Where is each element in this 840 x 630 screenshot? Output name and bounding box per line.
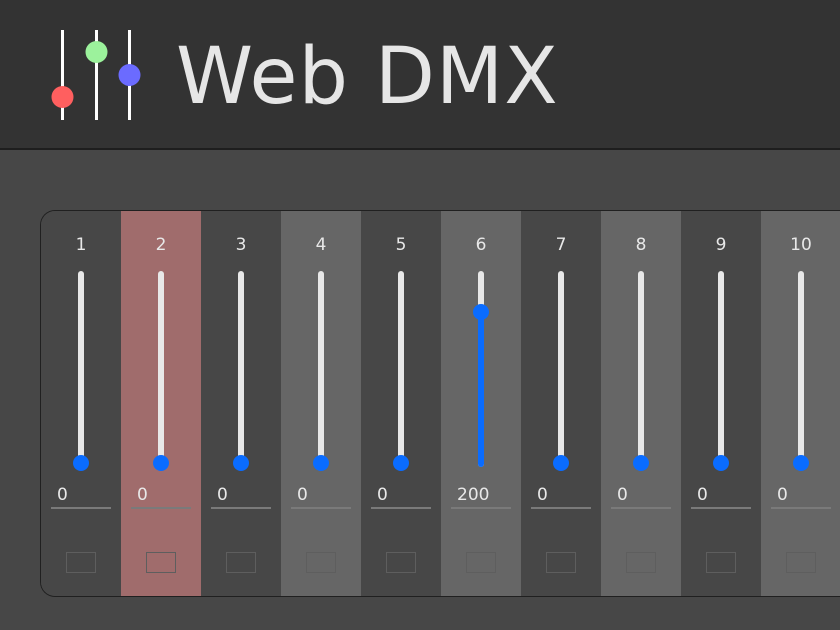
channel-strip-6: 6 [441,211,521,596]
fader-fill [478,312,484,467]
fader-thumb[interactable] [473,304,489,321]
channel-select-checkbox[interactable] [706,552,736,573]
fader-track[interactable] [398,271,404,467]
channel-strip-7: 7 [521,211,601,596]
channel-number: 8 [635,235,647,255]
channel-select-checkbox[interactable] [146,552,176,573]
fader-thumb[interactable] [233,455,249,471]
channel-value-input[interactable] [131,483,191,509]
channel-strip-8: 8 [601,211,681,596]
channel-strip-4: 4 [281,211,361,596]
fader-thumb[interactable] [633,455,649,471]
app-title: Web DMX [176,32,559,122]
fader-thumb[interactable] [713,455,729,471]
channel-number: 2 [155,235,167,255]
fader-thumb[interactable] [73,455,89,471]
fader-track[interactable] [798,271,804,467]
channel-select-checkbox[interactable] [226,552,256,573]
channel-select-checkbox[interactable] [306,552,336,573]
channel-number: 4 [315,235,327,255]
channel-value-input[interactable] [371,483,431,509]
channel-value-input[interactable] [51,483,111,509]
fader-track[interactable] [78,271,84,467]
fader-track[interactable] [238,271,244,467]
channel-value-input[interactable] [531,483,591,509]
channel-value-input[interactable] [691,483,751,509]
fader-thumb[interactable] [313,455,329,471]
fader-track[interactable] [158,271,164,467]
channel-strip-10: 10 [761,211,840,596]
channel-number: 7 [555,235,567,255]
fader-track[interactable] [638,271,644,467]
fader-thumb[interactable] [153,455,169,471]
fader-track[interactable] [558,271,564,467]
channel-strip-5: 5 [361,211,441,596]
fader-thumb[interactable] [793,455,809,471]
channel-select-checkbox[interactable] [386,552,416,573]
channel-select-checkbox[interactable] [546,552,576,573]
main-content: 1 2 3 4 5 6 7 8 9 10 [0,150,840,630]
fader-track[interactable] [318,271,324,467]
channel-number: 1 [75,235,87,255]
fader-thumb[interactable] [553,455,569,471]
channel-number: 9 [715,235,727,255]
channel-value-input[interactable] [611,483,671,509]
channel-number: 6 [475,235,487,255]
channel-strip-1: 1 [41,211,121,596]
channel-select-checkbox[interactable] [786,552,816,573]
channel-strip-2: 2 [121,211,201,596]
channel-value-input[interactable] [291,483,351,509]
channel-number: 10 [790,235,812,255]
fader-track[interactable] [718,271,724,467]
channel-value-input[interactable] [451,483,511,509]
channel-number: 5 [395,235,407,255]
mixer-faders-icon [51,30,141,120]
channel-strip-3: 3 [201,211,281,596]
app-header: Web DMX [0,0,840,150]
channel-number: 3 [235,235,247,255]
channel-panel: 1 2 3 4 5 6 7 8 9 10 [40,210,840,597]
channel-value-input[interactable] [771,483,831,509]
channel-strip-9: 9 [681,211,761,596]
channel-select-checkbox[interactable] [466,552,496,573]
channel-select-checkbox[interactable] [626,552,656,573]
channel-select-checkbox[interactable] [66,552,96,573]
fader-thumb[interactable] [393,455,409,471]
channel-value-input[interactable] [211,483,271,509]
